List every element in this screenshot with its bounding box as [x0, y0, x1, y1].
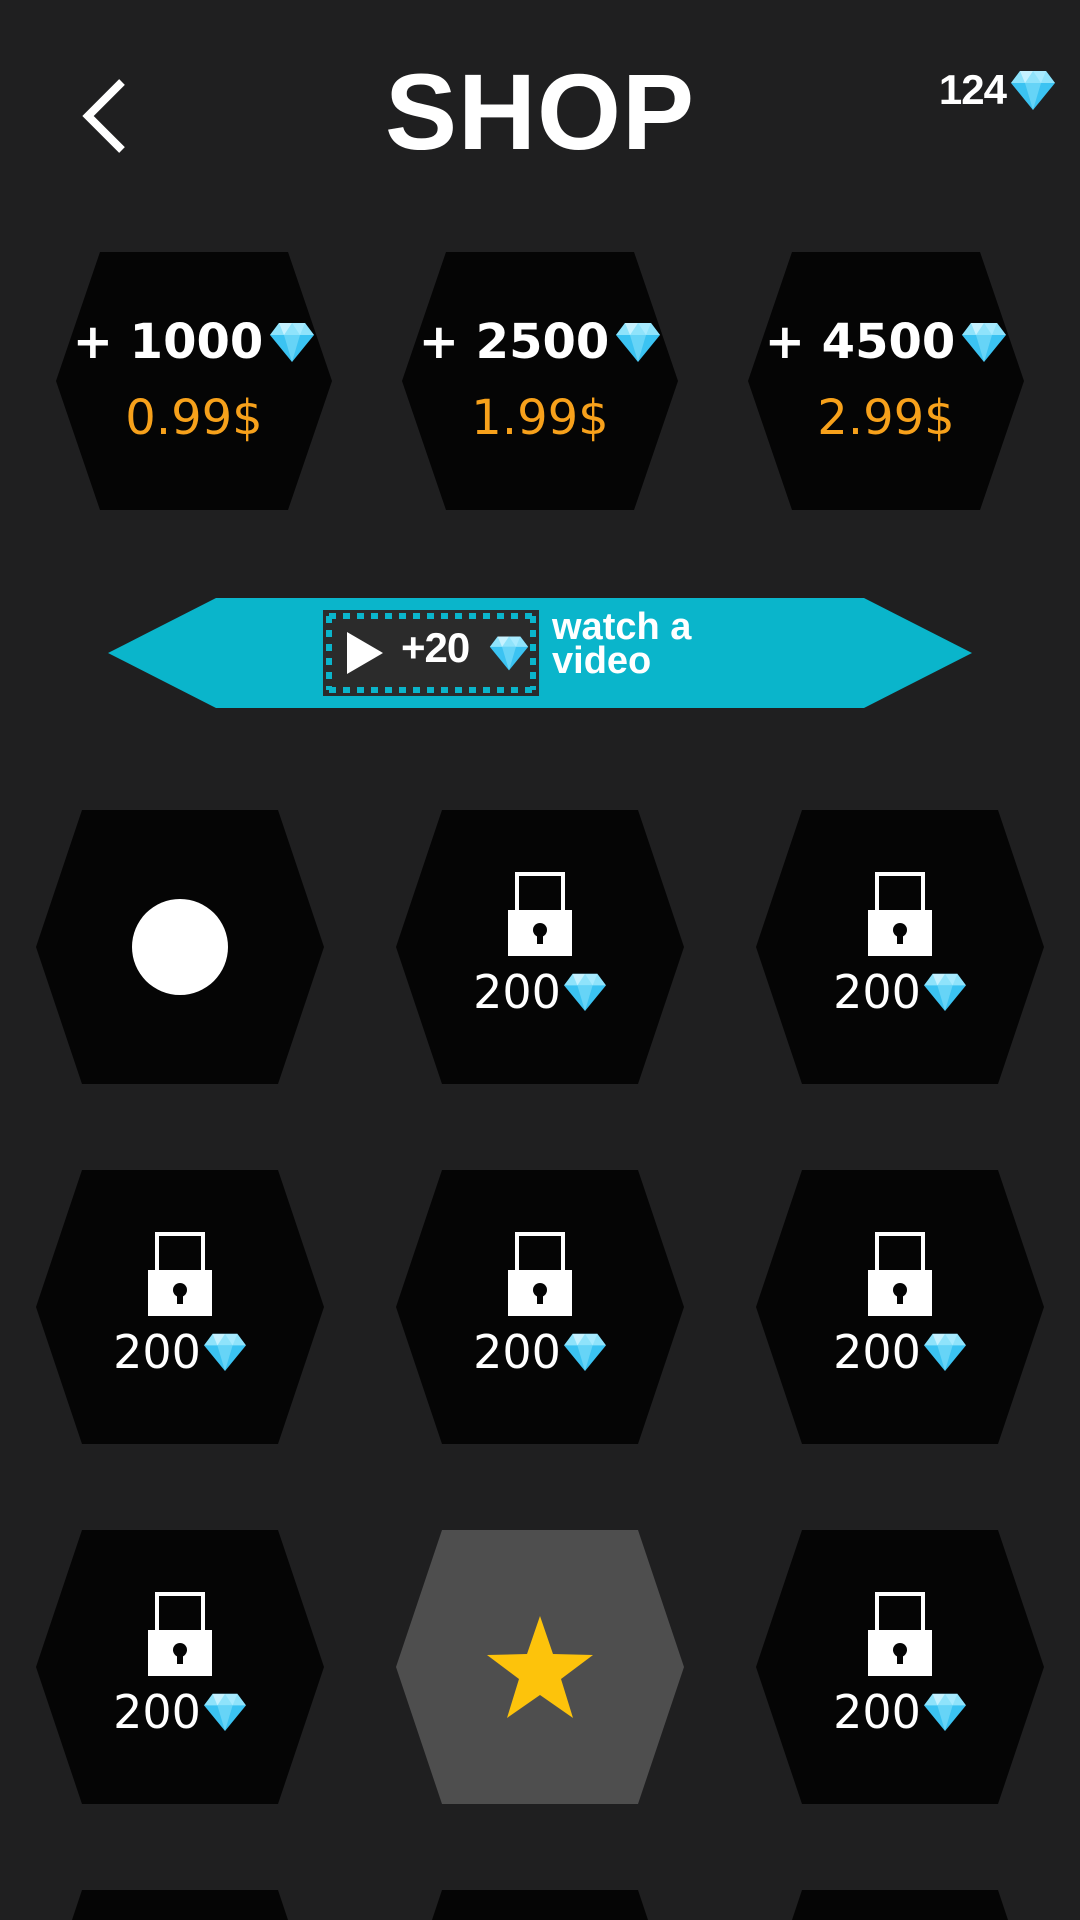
gem-pack-4500[interactable]: + 4500 2.99$ — [748, 252, 1024, 510]
hexagon-shape — [56, 252, 332, 510]
video-reward-badge: +20 — [323, 610, 539, 696]
lock-icon — [868, 1590, 932, 1676]
item-cost: 200 — [473, 966, 607, 1018]
banner-shape — [108, 598, 972, 708]
lock-icon — [148, 1230, 212, 1316]
gem-pack-price: 1.99$ — [471, 390, 609, 446]
lock-icon — [508, 870, 572, 956]
circle-icon — [132, 899, 228, 995]
shop-item-locked[interactable]: 200 — [36, 1530, 324, 1804]
lock-icon — [508, 1230, 572, 1316]
hexagon-shape — [402, 252, 678, 510]
gem-pack-amount: + 1000 — [73, 314, 316, 370]
diamond-icon — [923, 1692, 967, 1732]
diamond-icon — [269, 321, 315, 363]
diamond-icon — [563, 1332, 607, 1372]
shop-item-partial[interactable] — [396, 1890, 684, 1920]
star-icon — [487, 1616, 593, 1718]
shop-item-selected[interactable] — [36, 810, 324, 1084]
item-cost: 200 — [113, 1326, 247, 1378]
shop-item-locked[interactable]: 200 — [396, 810, 684, 1084]
diamond-icon — [489, 634, 529, 672]
play-icon — [347, 632, 383, 674]
diamond-icon — [203, 1332, 247, 1372]
shop-item-locked[interactable]: 200 — [396, 1170, 684, 1444]
shop-item-partial[interactable] — [36, 1890, 324, 1920]
lock-icon — [868, 870, 932, 956]
item-cost: 200 — [473, 1326, 607, 1378]
diamond-icon — [923, 972, 967, 1012]
video-reward-amount: +20 — [401, 624, 470, 671]
item-cost: 200 — [833, 1686, 967, 1738]
item-cost: 200 — [833, 1326, 967, 1378]
diamond-icon — [615, 321, 661, 363]
item-cost: 200 — [833, 966, 967, 1018]
diamond-icon — [923, 1332, 967, 1372]
page-title: SHOP — [384, 51, 696, 172]
shop-item-partial[interactable] — [756, 1890, 1044, 1920]
shop-item-locked[interactable]: 200 — [756, 810, 1044, 1084]
lock-icon — [148, 1590, 212, 1676]
shop-item-locked[interactable]: 200 — [36, 1170, 324, 1444]
lock-icon — [868, 1230, 932, 1316]
diamond-icon — [203, 1692, 247, 1732]
watch-video-label-line2: video — [552, 640, 652, 682]
watch-video-label-line1: watch a — [552, 606, 692, 648]
shop-item-locked[interactable]: 200 — [756, 1530, 1044, 1804]
gem-balance-value: 124 — [938, 66, 1007, 113]
gem-pack-1000[interactable]: + 1000 0.99$ — [56, 252, 332, 510]
gem-pack-price: 0.99$ — [125, 390, 263, 446]
watch-video-button[interactable]: +20 watch a video — [108, 598, 972, 708]
diamond-icon — [961, 321, 1007, 363]
gem-balance: 124 — [939, 62, 1056, 118]
watch-video-label: watch a video — [552, 606, 692, 682]
diamond-icon — [563, 972, 607, 1012]
shop-item-locked[interactable]: 200 — [756, 1170, 1044, 1444]
gem-pack-amount: + 4500 — [765, 314, 1008, 370]
gem-pack-amount: + 2500 — [419, 314, 662, 370]
diamond-icon — [1010, 68, 1056, 112]
gem-pack-price: 2.99$ — [817, 390, 955, 446]
gem-pack-2500[interactable]: + 2500 1.99$ — [402, 252, 678, 510]
item-cost: 200 — [113, 1686, 247, 1738]
hexagon-shape — [748, 252, 1024, 510]
shop-item-star[interactable] — [396, 1530, 684, 1804]
